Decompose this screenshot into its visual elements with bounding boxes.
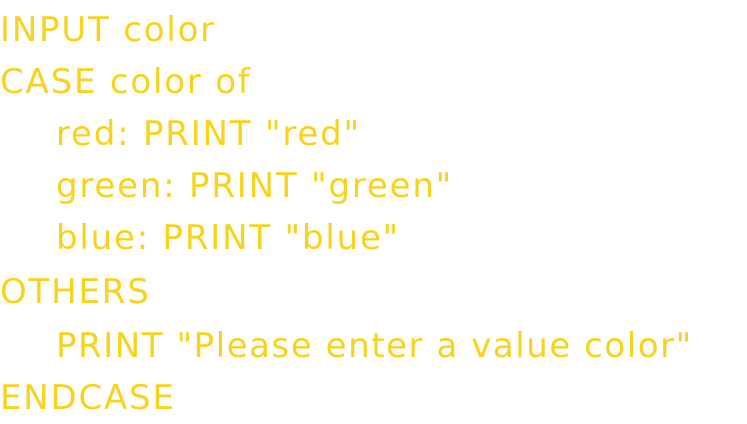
code-line-green-case: green: PRINT "green" bbox=[56, 166, 454, 206]
code-line-blue-case: blue: PRINT "blue" bbox=[56, 218, 401, 258]
pseudocode-block: INPUT color CASE color of red: PRINT "re… bbox=[0, 0, 747, 424]
code-line-input: INPUT color bbox=[0, 10, 216, 50]
code-line-red-case: red: PRINT "red" bbox=[56, 114, 361, 154]
code-line-others-print: PRINT "Please enter a value color" bbox=[56, 326, 693, 366]
code-line-others: OTHERS bbox=[0, 272, 151, 312]
code-line-case: CASE color of bbox=[0, 62, 252, 102]
code-line-endcase: ENDCASE bbox=[0, 378, 176, 418]
